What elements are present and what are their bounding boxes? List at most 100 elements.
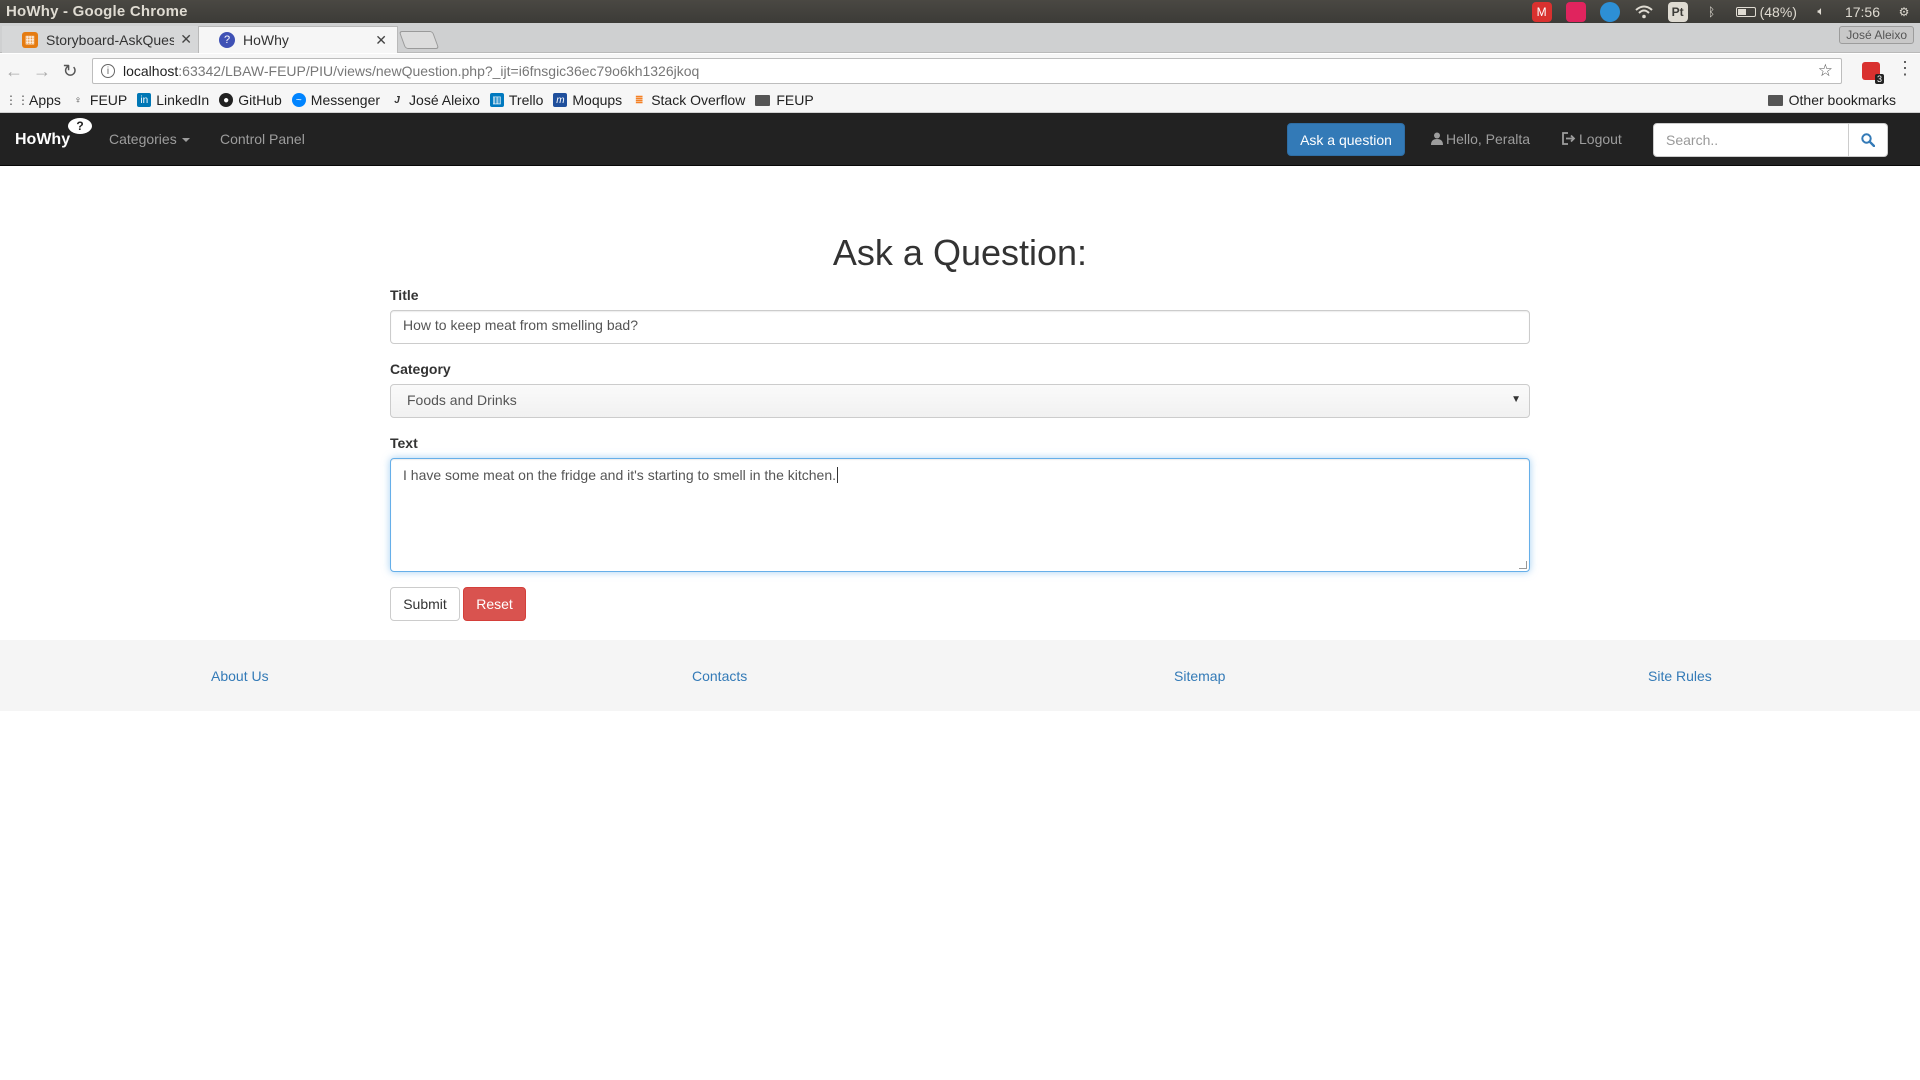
stackoverflow-icon: ≣ [634,94,644,106]
bookmark-label: Messenger [310,92,381,108]
submit-button[interactable]: Submit [390,587,460,621]
search-input[interactable] [1653,123,1849,157]
site-search [1653,123,1888,157]
title-label: Title [390,287,419,303]
logout-label: Logout [1579,131,1622,147]
moqups-icon: m [553,93,568,107]
volume-icon[interactable]: 🔈︎ [1811,2,1831,22]
folder-icon [1767,94,1783,106]
greeting-label: Hello, Peralta [1446,131,1531,147]
categories-dropdown[interactable]: Categories [109,131,190,147]
bookmark-feup[interactable]: ♀ FEUP [71,92,127,108]
browser-tab-strip: ▦ Storyboard-AskQuest ✕ ? HoWhy ✕ José A… [0,23,1920,53]
chrome-menu-icon[interactable]: ⋮ [1896,58,1914,79]
page-title: Ask a Question: [832,232,1088,273]
footer-link-sitemap[interactable]: Sitemap [1174,668,1225,684]
search-button[interactable] [1849,123,1888,157]
text-label: Text [390,435,418,451]
bookmark-trello[interactable]: ▥ Trello [489,92,544,108]
bluetooth-icon[interactable]: ᛒ [1702,2,1722,22]
howhy-favicon-icon: ? [219,32,235,48]
user-icon [1431,132,1443,145]
battery-percent: (48%) [1759,3,1797,20]
url-host: localhost [123,63,179,79]
footer-link-contacts[interactable]: Contacts [692,668,747,684]
logout-icon [1562,132,1576,145]
user-greeting-link[interactable]: Hello, Peralta [1431,131,1530,147]
battery-icon [1735,6,1756,17]
bookmark-stack-overflow[interactable]: ≣ Stack Overflow [632,92,745,108]
bookmark-label: FEUP [776,92,814,108]
app-cube-icon[interactable] [1565,1,1586,22]
ask-question-button[interactable]: Ask a question [1287,123,1405,156]
extension-icon[interactable]: 3 [1862,62,1884,84]
tab-close-icon[interactable]: ✕ [180,31,192,48]
address-toolbar: ← → ↻ i localhost:63342/LBAW-FEUP/PIU/vi… [0,54,1920,88]
bookmark-label: Trello [508,92,544,108]
tab-close-icon[interactable]: ✕ [375,32,387,49]
tab-label: Storyboard-AskQuest [46,31,175,48]
brand-logo[interactable]: HoWhy [15,131,70,149]
settings-gear-icon[interactable]: ⚙ [1894,2,1914,22]
j-icon: J [394,94,400,106]
bookmark-label: Moqups [572,92,623,108]
resize-grip-icon[interactable] [1519,561,1527,569]
site-info-icon[interactable]: i [101,64,115,78]
site-footer: About Us Contacts Sitemap Site Rules [0,640,1920,711]
logout-link[interactable]: Logout [1562,131,1622,147]
storyboard-favicon-icon: ▦ [22,31,38,48]
question-bubble-icon: ? [68,118,92,134]
title-input[interactable]: How to keep meat from smelling bad? [390,310,1530,344]
bookmark-label: José Aleixo [409,92,480,108]
bookmark-github[interactable]: ● GitHub [219,92,282,108]
pycharm-icon[interactable]: Pt [1667,1,1688,22]
gmail-icon[interactable]: M [1531,1,1552,22]
question-text-value: I have some meat on the fridge and it's … [403,467,837,483]
wifi-icon[interactable] [1634,2,1654,22]
bookmark-label: Other bookmarks [1788,92,1896,108]
search-icon [1861,133,1875,147]
question-text-area[interactable]: I have some meat on the fridge and it's … [390,458,1530,572]
feup-icon: ♀ [74,94,82,106]
bookmarks-bar: ⋮⋮ Apps ♀ FEUP in LinkedIn ● GitHub ~ Messeng… [0,88,1920,113]
window-title: HoWhy - Google Chrome [6,3,188,20]
back-arrow-icon[interactable]: ← [0,61,28,82]
reset-button[interactable]: Reset [463,587,526,621]
bookmark-moqups[interactable]: m Moqups [553,92,622,108]
system-tray: M Pt ᛒ (48%) 🔈︎ 17:56 ⚙ [1531,1,1914,22]
site-navbar: HoWhy ? Categories Control Panel Ask a q… [0,113,1920,166]
category-label: Category [390,361,451,377]
cloud-sync-icon[interactable] [1599,1,1620,22]
tab-howhy[interactable]: ? HoWhy ✕ [198,26,398,53]
bookmark-apps[interactable]: ⋮⋮ Apps [5,92,61,108]
apps-grid-icon: ⋮⋮ [5,93,29,107]
bookmark-jose-aleixo[interactable]: J José Aleixo [390,92,480,108]
github-icon: ● [219,93,234,107]
tab-storyboard[interactable]: ▦ Storyboard-AskQuest ✕ [2,26,202,53]
category-select[interactable]: Foods and Drinks ▼ [390,384,1530,418]
other-bookmarks[interactable]: Other bookmarks [1767,92,1896,108]
reload-icon[interactable]: ↻ [56,61,84,82]
url-bar[interactable]: i localhost:63342/LBAW-FEUP/PIU/views/ne… [92,58,1842,84]
os-top-bar: HoWhy - Google Chrome M Pt ᛒ (48%) 🔈︎ 17… [0,0,1920,23]
bookmark-messenger[interactable]: ~ Messenger [291,92,381,108]
footer-link-about-us[interactable]: About Us [211,668,269,684]
bookmark-linkedin[interactable]: in LinkedIn [137,92,209,108]
tab-label: HoWhy [243,32,289,48]
new-tab-button[interactable] [398,31,440,49]
battery-indicator[interactable]: (48%) [1735,3,1797,20]
footer-link-site-rules[interactable]: Site Rules [1648,668,1712,684]
clock[interactable]: 17:56 [1845,4,1880,20]
bookmark-label: LinkedIn [156,92,210,108]
bookmark-label: GitHub [238,92,282,108]
bookmark-star-icon[interactable]: ☆ [1818,61,1833,81]
bookmark-label: FEUP [89,92,128,108]
categories-label: Categories [109,131,177,147]
profile-badge[interactable]: José Aleixo [1839,26,1914,44]
forward-arrow-icon[interactable]: → [28,61,56,82]
bookmark-feup-folder[interactable]: FEUP [755,92,814,108]
url-path: :63342/LBAW-FEUP/PIU/views/newQuestion.p… [178,63,700,79]
control-panel-link[interactable]: Control Panel [220,131,305,147]
folder-icon [755,94,771,106]
trello-icon: ▥ [489,93,504,107]
